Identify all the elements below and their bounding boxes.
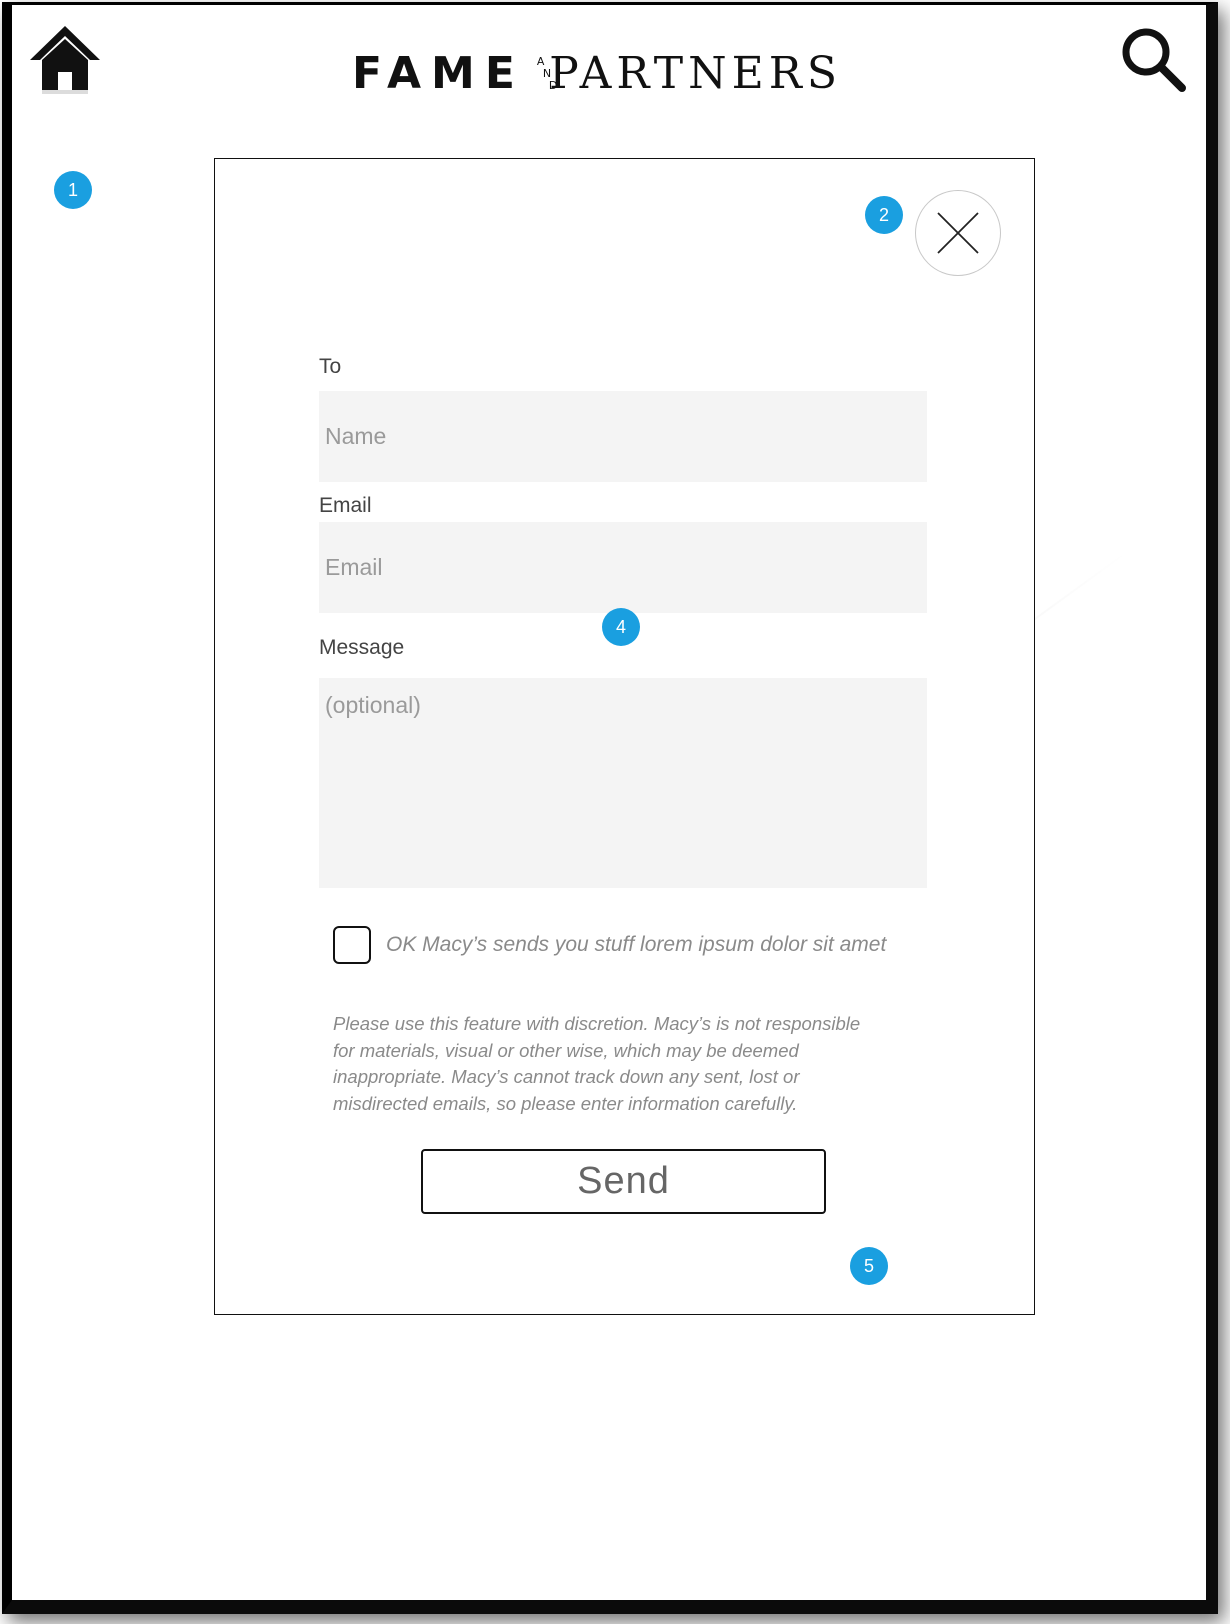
name-input[interactable]: Name — [319, 391, 927, 482]
to-label: To — [319, 355, 342, 378]
disclaimer-line: inappropriate. Macy’s cannot track down … — [333, 1066, 800, 1087]
disclaimer-line: for materials, visual or other wise, whi… — [333, 1039, 799, 1061]
app-screen: FAME A N D PARTNERS 1 2 To Name Email Em… — [2, 2, 1218, 1614]
close-button[interactable] — [915, 190, 1001, 276]
message-label: Message — [319, 636, 405, 659]
home-icon — [30, 26, 100, 94]
optin-checkbox[interactable] — [333, 926, 371, 964]
logo-word-partners: PARTNERS — [549, 47, 842, 99]
email-label: Email — [319, 494, 372, 517]
home-button[interactable] — [28, 22, 102, 96]
annotation-badge-1: 1 — [54, 171, 92, 209]
search-icon — [1122, 28, 1186, 92]
search-button[interactable] — [1118, 24, 1190, 96]
annotation-badge-2: 2 — [865, 196, 903, 234]
annotation-badge-4: 4 — [602, 608, 640, 646]
logo-and-mark: A N D — [525, 51, 557, 95]
email-share-dialog: 2 To Name Email Email 4 Message (optiona… — [214, 158, 1035, 1315]
disclaimer-line: misdirected emails, so please enter info… — [333, 1092, 798, 1114]
close-icon — [937, 212, 979, 254]
email-input[interactable]: Email — [319, 522, 927, 613]
message-textarea[interactable]: (optional) — [319, 678, 927, 888]
logo-word-fame: FAME — [352, 47, 525, 99]
logo-and-d: D — [548, 79, 558, 92]
brand-logo: FAME A N D PARTNERS — [352, 45, 842, 101]
optin-label: OK Macy’s sends you stuff lorem ipsum do… — [386, 933, 887, 956]
disclaimer-text: Please use this feature with discretion.… — [333, 1011, 893, 1117]
send-button[interactable]: Send — [421, 1149, 826, 1214]
disclaimer-line: Please use this feature with discretion.… — [333, 1013, 861, 1034]
device-frame: FAME A N D PARTNERS 1 2 To Name Email Em… — [0, 0, 1230, 1624]
annotation-badge-5: 5 — [850, 1247, 888, 1285]
